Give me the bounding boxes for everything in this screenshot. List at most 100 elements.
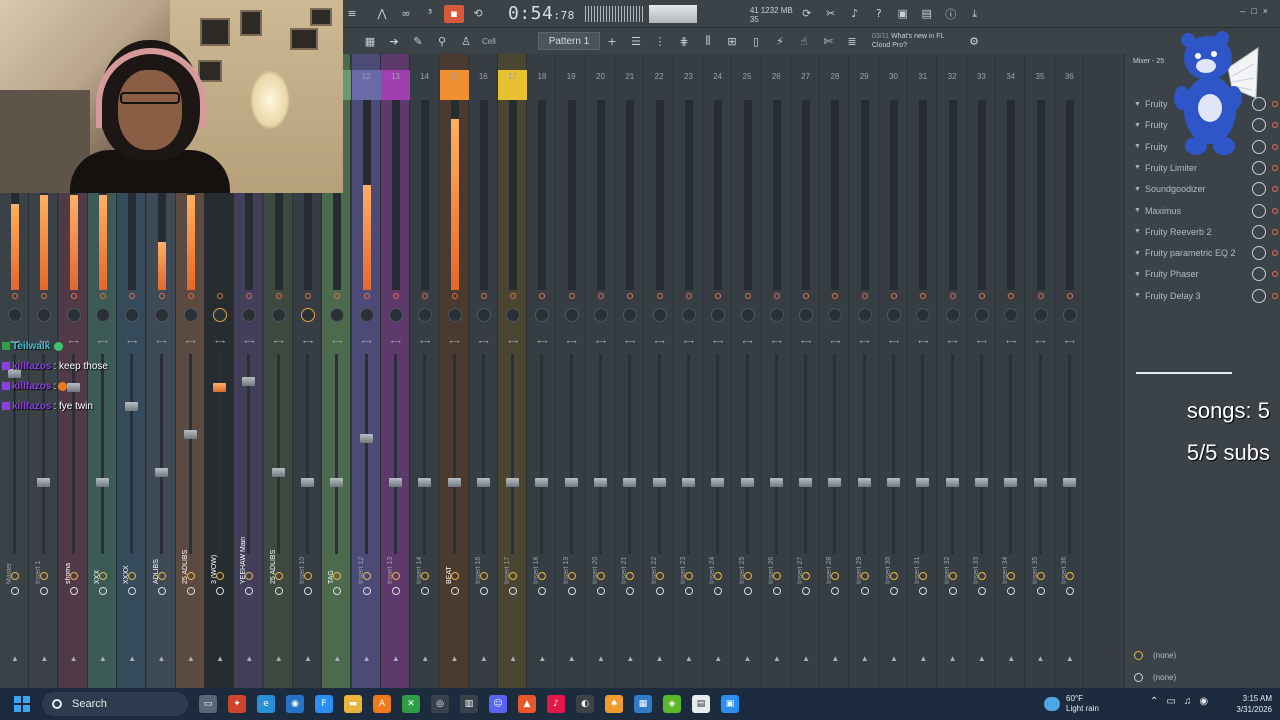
volume-fader[interactable] <box>330 478 344 487</box>
mute-led[interactable] <box>422 293 429 299</box>
mute-led[interactable] <box>12 293 18 299</box>
mute-led[interactable] <box>920 293 927 299</box>
mute-led[interactable] <box>715 293 722 299</box>
route-arrow-icon[interactable]: ▲ <box>68 654 80 663</box>
route-arrow-icon[interactable]: ▲ <box>683 654 695 663</box>
mute-led[interactable] <box>41 293 48 299</box>
effect-slot[interactable]: ▼ Maximus <box>1134 201 1280 221</box>
volume-fader[interactable] <box>418 478 432 487</box>
send-indicator[interactable] <box>890 587 898 595</box>
info-icon[interactable]: ⓘ <box>941 5 961 23</box>
taskbar-clock[interactable]: 3:15 AM 3/31/2026 <box>1226 693 1272 715</box>
mute-led[interactable] <box>539 293 546 299</box>
pan-knob[interactable] <box>476 308 491 322</box>
stamp-icon[interactable]: ♙ <box>456 32 476 50</box>
mute-led[interactable] <box>510 293 517 299</box>
send-indicator[interactable] <box>362 587 371 595</box>
pan-knob[interactable] <box>271 308 286 322</box>
pan-knob[interactable] <box>799 308 814 322</box>
playlist-button[interactable]: ⋀ <box>372 5 392 23</box>
system-tray[interactable]: ⌃▭♫◉ <box>1150 696 1216 707</box>
send-indicator[interactable] <box>655 587 664 595</box>
mixer-track[interactable]: 13 ⟷ Insert 13 ▲ <box>380 54 410 688</box>
route-arrow-icon[interactable]: ▲ <box>390 654 402 663</box>
pan-knob[interactable] <box>418 308 433 322</box>
mixer-track[interactable]: 18 ⟷ Insert 18 ▲ <box>527 54 557 688</box>
route-indicator[interactable] <box>567 572 576 580</box>
mixer-track[interactable]: 12 ⟷ Insert 12 ▲ <box>351 54 381 688</box>
weather-widget[interactable]: 60°F Light rain <box>1044 692 1114 716</box>
route-arrow-icon[interactable]: ▲ <box>771 654 783 663</box>
slot-menu-icon[interactable]: ▼ <box>1134 228 1141 235</box>
slot-enable-led[interactable] <box>1272 271 1278 278</box>
mute-led[interactable] <box>1066 293 1073 299</box>
mix-knob[interactable] <box>1252 224 1266 239</box>
mixer-track[interactable]: 19 ⟷ Insert 19 ▲ <box>556 54 586 688</box>
mixer-icon[interactable]: ⋕ <box>674 32 694 50</box>
mute-led[interactable] <box>861 293 868 299</box>
mute-led[interactable] <box>598 293 604 299</box>
volume-fader[interactable] <box>506 478 520 487</box>
route-indicator[interactable] <box>11 572 19 580</box>
pan-knob[interactable] <box>183 308 198 322</box>
route-indicator[interactable] <box>772 572 781 580</box>
volume-fader[interactable] <box>740 478 754 487</box>
mix-knob[interactable] <box>1252 203 1266 218</box>
route-arrow-icon[interactable]: ▲ <box>273 654 285 663</box>
stereo-arrows-icon[interactable]: ⟷ <box>273 339 285 347</box>
stereo-arrows-icon[interactable]: ⟷ <box>771 339 783 347</box>
mute-led[interactable] <box>803 293 810 299</box>
mixer-track[interactable]: 36 ⟷ Insert 36 ▲ <box>1054 54 1084 688</box>
route-indicator[interactable] <box>186 572 195 580</box>
mute-led[interactable] <box>246 293 253 299</box>
send-indicator[interactable] <box>98 587 107 595</box>
pan-knob[interactable] <box>769 308 784 322</box>
slot-enable-led[interactable] <box>1272 250 1278 257</box>
mute-led[interactable] <box>744 293 751 299</box>
pan-knob[interactable] <box>916 308 931 322</box>
stereo-arrows-icon[interactable]: ⟷ <box>742 339 754 347</box>
route-arrow-icon[interactable]: ▲ <box>566 654 578 663</box>
tree-icon[interactable]: ⊞ <box>722 32 742 50</box>
stereo-arrows-icon[interactable]: ⟷ <box>214 339 226 347</box>
send-indicator[interactable] <box>421 587 430 595</box>
route-arrow-icon[interactable]: ▲ <box>507 654 519 663</box>
mix-knob[interactable] <box>1252 246 1266 261</box>
news-panel[interactable]: 03/11 What's new in FL Cloud Pro? <box>872 32 962 50</box>
route-arrow-icon[interactable]: ▲ <box>829 654 841 663</box>
slot-menu-icon[interactable]: ▼ <box>1134 207 1141 214</box>
route-arrow-icon[interactable]: ▲ <box>888 654 900 663</box>
pan-knob[interactable] <box>125 308 140 322</box>
route-indicator[interactable] <box>743 572 752 580</box>
add-pattern-icon[interactable]: + <box>602 32 622 50</box>
mute-led[interactable] <box>305 293 311 299</box>
mute-led[interactable] <box>627 293 634 299</box>
mixer-track[interactable]: 15 ⟷ BEAT ▲ <box>439 54 469 688</box>
effect-slot[interactable]: ▼ Fruity Reeverb 2 <box>1134 222 1280 242</box>
mixer-track[interactable]: 20 ⟷ Insert 20 ▲ <box>586 54 615 688</box>
send-indicator[interactable] <box>743 587 752 595</box>
mix-knob[interactable] <box>1252 160 1266 175</box>
nvidia-icon[interactable]: ◈ <box>663 695 681 713</box>
slot-menu-icon[interactable]: ▼ <box>1134 186 1141 193</box>
volume-fader[interactable] <box>447 478 461 487</box>
slot-menu-icon[interactable]: ▼ <box>1134 122 1141 129</box>
send-indicator[interactable] <box>509 587 518 595</box>
route-indicator[interactable] <box>157 572 166 580</box>
help-icon[interactable]: ? <box>869 5 889 23</box>
list-icon[interactable]: ≣ <box>842 32 862 50</box>
mute-led[interactable] <box>949 293 956 299</box>
pattern-selector[interactable]: Pattern 1 <box>538 32 600 50</box>
route-arrow-icon[interactable]: ▲ <box>126 654 138 663</box>
store-icon[interactable]: F <box>315 695 333 713</box>
pan-knob[interactable] <box>828 308 843 322</box>
mute-led[interactable] <box>656 293 663 299</box>
pan-knob[interactable] <box>535 308 550 322</box>
mix-knob[interactable] <box>1252 288 1266 303</box>
hint-bar-button[interactable]: ≡ <box>342 5 362 23</box>
windows-start-icon[interactable] <box>14 696 30 712</box>
route-indicator[interactable] <box>597 572 605 580</box>
mute-led[interactable] <box>363 293 370 299</box>
pan-knob[interactable] <box>564 308 579 322</box>
slot-enable-led[interactable] <box>1272 164 1278 171</box>
